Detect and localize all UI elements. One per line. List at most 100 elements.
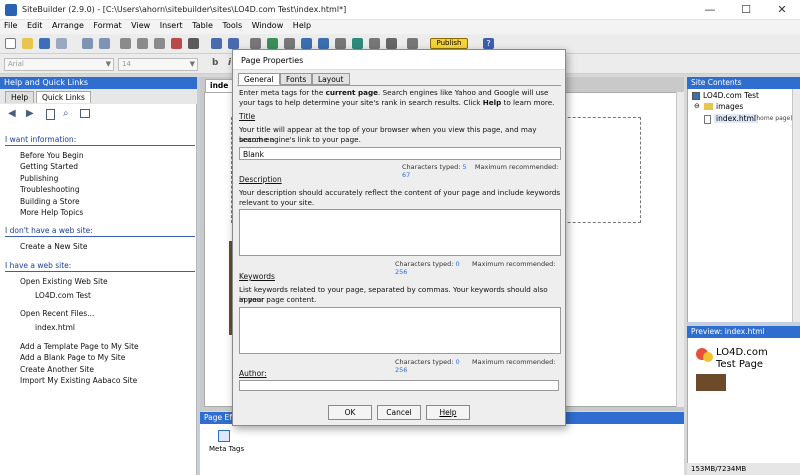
preview-icon[interactable] [386,38,397,49]
expand-icon[interactable]: ⊖ [694,102,700,110]
help-button[interactable]: ? [483,38,494,49]
cancel-button[interactable]: Cancel [377,405,421,420]
maximize-button[interactable]: ☐ [728,0,764,20]
menu-window[interactable]: Window [248,20,284,30]
preview-title-2: Test Page [716,359,764,370]
publish-button[interactable]: Publish [430,38,468,49]
save-icon[interactable] [39,38,50,49]
description-field[interactable] [239,209,561,256]
form-icon[interactable] [318,38,329,49]
image-icon[interactable] [267,38,278,49]
file-index-html[interactable]: index.html [714,114,758,123]
link-recent-site[interactable]: LO4D.com Test [35,291,91,300]
shape-icon[interactable] [335,38,346,49]
menu-format[interactable]: Format [89,20,121,30]
print-icon[interactable] [56,38,67,49]
tree-scrollbar[interactable] [792,89,800,322]
keywords-help-2: in your page content. [239,295,317,304]
link-create-new-site[interactable]: Create a New Site [20,242,87,251]
preview-image [696,374,726,391]
tab-layout[interactable]: Layout [312,73,350,85]
menu-tools[interactable]: Tools [218,20,242,30]
link-troubleshooting[interactable]: Troubleshooting [20,185,80,194]
cut-icon[interactable] [120,38,131,49]
preview-panel: LO4D.com Test Page [687,338,800,463]
font-family-select[interactable]: Arial ▼ [4,58,114,71]
link-publishing[interactable]: Publishing [20,174,58,183]
link-getting-started[interactable]: Getting Started [20,162,78,171]
keywords-field[interactable] [239,307,561,354]
media-icon[interactable] [352,38,363,49]
intro-text: your tags to help determine your site's … [239,98,483,107]
app-icon [5,4,17,16]
dialog-help-button[interactable]: Help [426,405,470,420]
link-icon[interactable] [211,38,222,49]
link-add-template-page[interactable]: Add a Template Page to My Site [20,342,139,351]
title-help-2: search engine's link to your page. [239,135,361,144]
font-size-value: 14 [122,60,131,68]
section-information: I want information: [5,135,195,146]
title-field[interactable]: Blank [239,147,561,160]
menu-insert[interactable]: Insert [156,20,183,30]
search-icon[interactable]: ⌕ [63,108,69,119]
delete-icon[interactable] [171,38,182,49]
forward-arrow-icon[interactable]: ▶ [26,108,34,119]
copy-icon[interactable] [137,38,148,49]
tab-general[interactable]: General [238,73,280,85]
author-label: Author: [239,369,267,378]
site-contents-header: Site Contents [687,77,800,89]
globe-icon[interactable] [407,38,418,49]
new-page-icon[interactable] [5,38,16,49]
section-have-site: I have a web site: [5,261,195,272]
meta-tags-label[interactable]: Meta Tags [209,445,244,453]
menu-edit[interactable]: Edit [23,20,43,30]
book-icon[interactable] [46,109,55,120]
site-icon [692,92,700,100]
menu-file[interactable]: File [0,20,17,30]
print-icon[interactable] [80,109,90,118]
link-import-aabaco-site[interactable]: Import My Existing Aabaco Site [20,376,137,385]
link-open-existing-site[interactable]: Open Existing Web Site [20,277,108,286]
ok-button[interactable]: OK [328,405,372,420]
tab-help[interactable]: Help [5,91,35,103]
chevron-down-icon: ▼ [189,60,195,68]
back-arrow-icon[interactable]: ◀ [8,108,16,119]
open-folder-icon[interactable] [22,38,33,49]
link-before-you-begin[interactable]: Before You Begin [20,151,84,160]
chars-value: 5 [462,163,467,171]
menu-help[interactable]: Help [289,20,311,30]
folder-images[interactable]: images [716,102,743,111]
button-icon[interactable] [284,38,295,49]
html-icon[interactable] [369,38,380,49]
close-button[interactable]: ✕ [764,0,800,20]
tab-quick-links[interactable]: Quick Links [36,91,91,103]
memory-status: 153MB/7234MB [687,463,800,475]
link-building-a-store[interactable]: Building a Store [20,197,80,206]
link-recent-file[interactable]: index.html [35,323,75,332]
unlink-icon[interactable] [228,38,239,49]
find-icon[interactable] [188,38,199,49]
author-field[interactable] [239,380,559,391]
link-add-blank-page[interactable]: Add a Blank Page to My Site [20,353,125,362]
tab-fonts[interactable]: Fonts [280,73,313,85]
description-help-2: relevant to your site. [239,198,315,207]
undo-icon[interactable] [82,38,93,49]
text-box-icon[interactable] [250,38,261,49]
link-more-help-topics[interactable]: More Help Topics [20,208,83,217]
redo-icon[interactable] [99,38,110,49]
italic-button[interactable]: i [228,58,231,68]
table-icon[interactable] [301,38,312,49]
font-size-select[interactable]: 14 ▼ [118,58,198,71]
site-root[interactable]: LO4D.com Test [703,91,759,100]
paste-icon[interactable] [154,38,165,49]
meta-tags-icon[interactable] [218,430,230,442]
link-create-another-site[interactable]: Create Another Site [20,365,94,374]
bold-button[interactable]: b [212,58,218,68]
editor-scrollbar[interactable] [676,92,684,407]
menu-arrange[interactable]: Arrange [48,20,84,30]
max-value: 256 [395,366,408,374]
link-open-recent-files[interactable]: Open Recent Files... [20,309,94,318]
menu-view[interactable]: View [127,20,150,30]
minimize-button[interactable]: — [692,0,728,20]
menu-table[interactable]: Table [188,20,213,30]
